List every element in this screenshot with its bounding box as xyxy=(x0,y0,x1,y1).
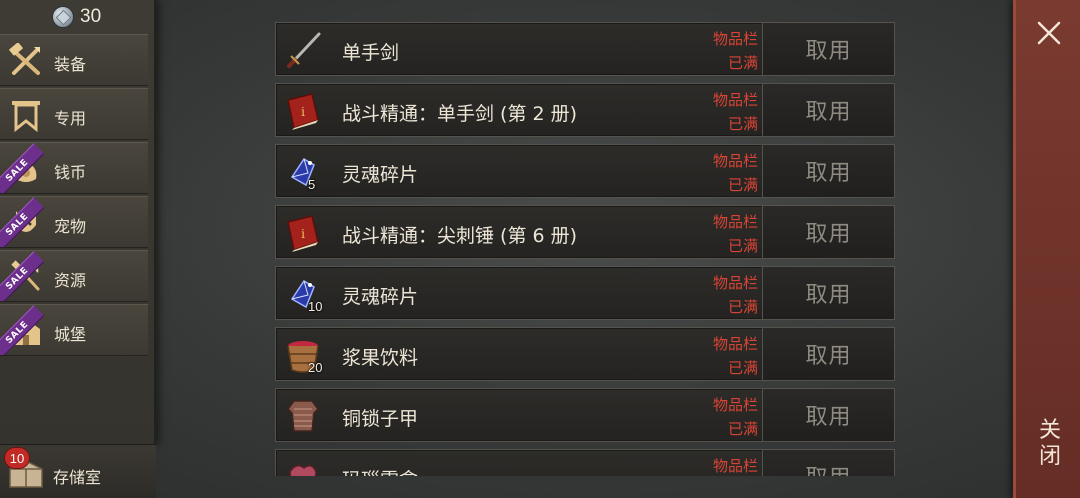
item-quantity: 10 xyxy=(308,299,323,314)
item-quantity: 20 xyxy=(308,360,323,375)
category-sidebar: 30 装备 专用 SALE 钱币 SALE 宠物 SALE 资源 SALE 城堡 xyxy=(0,0,156,444)
status-line: 物品栏 xyxy=(712,335,758,353)
item-name: 浆果饮料 xyxy=(342,347,419,369)
item-quantity: 5 xyxy=(308,177,316,192)
storage-room-button[interactable]: 10 存储室 xyxy=(0,444,156,498)
status-line: 已满 xyxy=(727,176,758,194)
svg-text:i: i xyxy=(301,227,305,241)
status-line: 物品栏 xyxy=(712,91,758,109)
currency-display: 30 xyxy=(0,0,150,34)
inventory-status: 物品栏 已满 xyxy=(696,149,758,197)
sword-icon xyxy=(280,27,326,73)
inventory-status: 物品栏 已满 xyxy=(696,393,758,441)
sidebar-item-pets[interactable]: SALE 宠物 xyxy=(0,196,148,248)
status-line: 物品栏 xyxy=(712,396,758,414)
red-book-icon: i xyxy=(280,88,326,134)
status-line: 物品栏 xyxy=(712,213,758,231)
sidebar-item-equipment[interactable]: 装备 xyxy=(0,34,148,86)
sidebar-item-label: 钱币 xyxy=(54,163,87,182)
sidebar-item-label: 宠物 xyxy=(54,217,87,236)
inventory-status: 物品栏 已满 xyxy=(696,88,758,136)
item-name: 战斗精通：尖刺锤 (第 6 册) xyxy=(342,225,578,247)
status-line: 已满 xyxy=(727,54,758,72)
status-line: 已满 xyxy=(727,115,758,133)
list-item: 单手剑 物品栏 已满 取用 xyxy=(275,22,895,76)
take-button[interactable]: 取用 xyxy=(762,206,894,258)
inventory-status: 物品栏 已满 xyxy=(696,271,758,319)
close-x-icon[interactable] xyxy=(1034,18,1064,48)
item-name: 玛瑙雷盒 xyxy=(342,465,418,476)
svg-text:i: i xyxy=(301,105,305,119)
chainmail-icon xyxy=(280,393,326,439)
storage-item-list[interactable]: 单手剑 物品栏 已满 取用 i 战斗精通：单手剑 (第 2 册) 物品栏 已满 … xyxy=(275,22,895,476)
item-name: 灵魂碎片 xyxy=(342,286,419,308)
crossed-hammer-sword-icon xyxy=(6,41,46,81)
storage-count-badge: 10 xyxy=(4,447,30,469)
soul-crystal-icon xyxy=(280,149,326,195)
item-name: 单手剑 xyxy=(342,42,400,64)
take-button[interactable]: 取用 xyxy=(762,84,894,136)
take-button[interactable]: 取用 xyxy=(762,267,894,319)
list-item: 5 灵魂碎片 物品栏 已满 取用 xyxy=(275,144,895,198)
status-line: 已满 xyxy=(727,359,758,377)
sidebar-item-label: 装备 xyxy=(54,55,87,74)
sidebar-item-label: 城堡 xyxy=(54,325,87,344)
close-label: 关闭 xyxy=(1038,418,1061,469)
take-button[interactable]: 取用 xyxy=(762,450,894,476)
agate-box-icon xyxy=(280,454,326,476)
take-button[interactable]: 取用 xyxy=(762,389,894,441)
list-item: i 战斗精通：单手剑 (第 2 册) 物品栏 已满 取用 xyxy=(275,83,895,137)
sidebar-item-coins[interactable]: SALE 钱币 xyxy=(0,142,148,194)
status-line: 物品栏 xyxy=(712,274,758,292)
inventory-status: 物品栏 已满 xyxy=(696,332,758,380)
silver-gem-icon xyxy=(52,6,74,28)
list-item: 玛瑙雷盒 物品栏 取用 xyxy=(275,449,895,476)
sidebar-item-label: 专用 xyxy=(54,109,87,128)
inventory-status: 物品栏 已满 xyxy=(696,210,758,258)
list-item: 铜锁子甲 物品栏 已满 取用 xyxy=(275,388,895,442)
storage-room-label: 存储室 xyxy=(53,468,102,487)
list-item: 20 浆果饮料 物品栏 已满 取用 xyxy=(275,327,895,381)
sidebar-item-special[interactable]: 专用 xyxy=(0,88,148,140)
status-line: 物品栏 xyxy=(712,30,758,48)
list-item: 10 灵魂碎片 物品栏 已满 取用 xyxy=(275,266,895,320)
take-button[interactable]: 取用 xyxy=(762,328,894,380)
status-line: 物品栏 xyxy=(712,457,758,475)
status-line: 已满 xyxy=(727,237,758,255)
sidebar-item-label: 资源 xyxy=(54,271,87,290)
inventory-status: 物品栏 xyxy=(696,454,758,476)
list-item: i 战斗精通：尖刺锤 (第 6 册) 物品栏 已满 取用 xyxy=(275,205,895,259)
item-name: 战斗精通：单手剑 (第 2 册) xyxy=(342,103,578,125)
sidebar-item-resources[interactable]: SALE 资源 xyxy=(0,250,148,302)
status-line: 已满 xyxy=(727,298,758,316)
take-button[interactable]: 取用 xyxy=(762,145,894,197)
red-book-icon: i xyxy=(280,210,326,256)
currency-amount: 30 xyxy=(80,6,102,27)
banner-icon xyxy=(6,95,46,135)
item-name: 灵魂碎片 xyxy=(342,164,419,186)
status-line: 已满 xyxy=(727,420,758,438)
inventory-status: 物品栏 已满 xyxy=(696,27,758,75)
take-button[interactable]: 取用 xyxy=(762,23,894,75)
close-panel-button[interactable]: 关闭 xyxy=(1013,0,1080,498)
status-line: 物品栏 xyxy=(712,152,758,170)
item-name: 铜锁子甲 xyxy=(342,408,419,430)
sidebar-item-castle[interactable]: SALE 城堡 xyxy=(0,304,148,356)
